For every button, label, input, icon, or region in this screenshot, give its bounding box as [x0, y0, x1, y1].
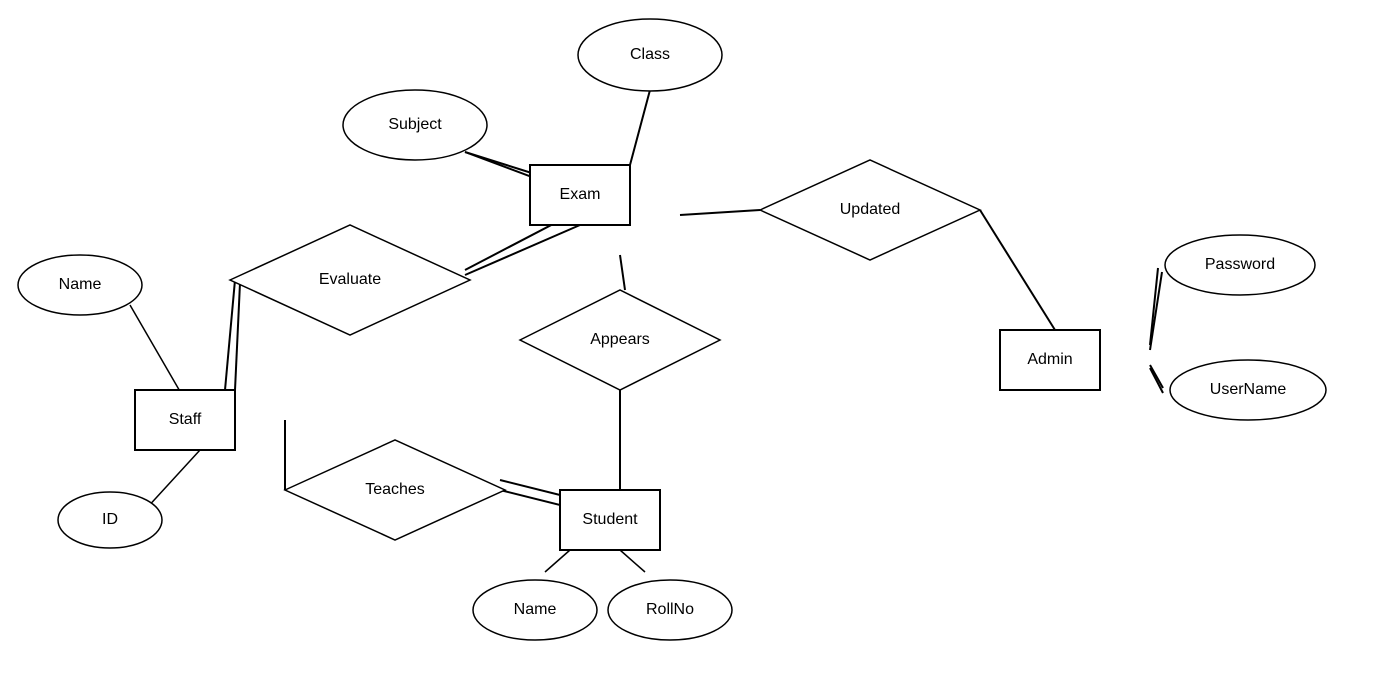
password-label: Password	[1205, 256, 1275, 273]
line-evaluate-staff-2	[235, 283, 240, 390]
name-staff-label: Name	[59, 276, 102, 293]
line-student-rollno	[620, 550, 645, 572]
line-id-staff	[145, 450, 200, 510]
class-label: Class	[630, 46, 670, 63]
teaches-label: Teaches	[365, 481, 425, 498]
student-label: Student	[582, 511, 638, 528]
rollno-student-label: RollNo	[646, 601, 694, 618]
line-updated-admin	[980, 210, 1055, 330]
line-exam-updated	[680, 210, 760, 215]
admin-label: Admin	[1027, 351, 1072, 368]
username-label: UserName	[1210, 381, 1287, 398]
exam-label: Exam	[560, 186, 601, 203]
staff-label: Staff	[169, 411, 202, 428]
appears-label: Appears	[590, 331, 650, 348]
id-staff-label: ID	[102, 511, 118, 528]
line-admin-username-1	[1150, 365, 1163, 388]
line-evaluate-staff-1	[225, 280, 235, 390]
updated-label: Updated	[840, 201, 901, 218]
line-name-staff	[130, 305, 185, 400]
evaluate-label: Evaluate	[319, 271, 381, 288]
line-class-exam	[630, 90, 650, 165]
name-student-label: Name	[514, 601, 557, 618]
line-admin-username-2	[1150, 368, 1163, 393]
subject-label: Subject	[388, 116, 442, 133]
line-exam-appears	[620, 255, 625, 290]
line-exam-evaluate-2	[465, 225, 580, 275]
er-diagram: Evaluate Appears Updated Teaches Exam St…	[0, 0, 1392, 668]
line-student-name	[545, 550, 570, 572]
